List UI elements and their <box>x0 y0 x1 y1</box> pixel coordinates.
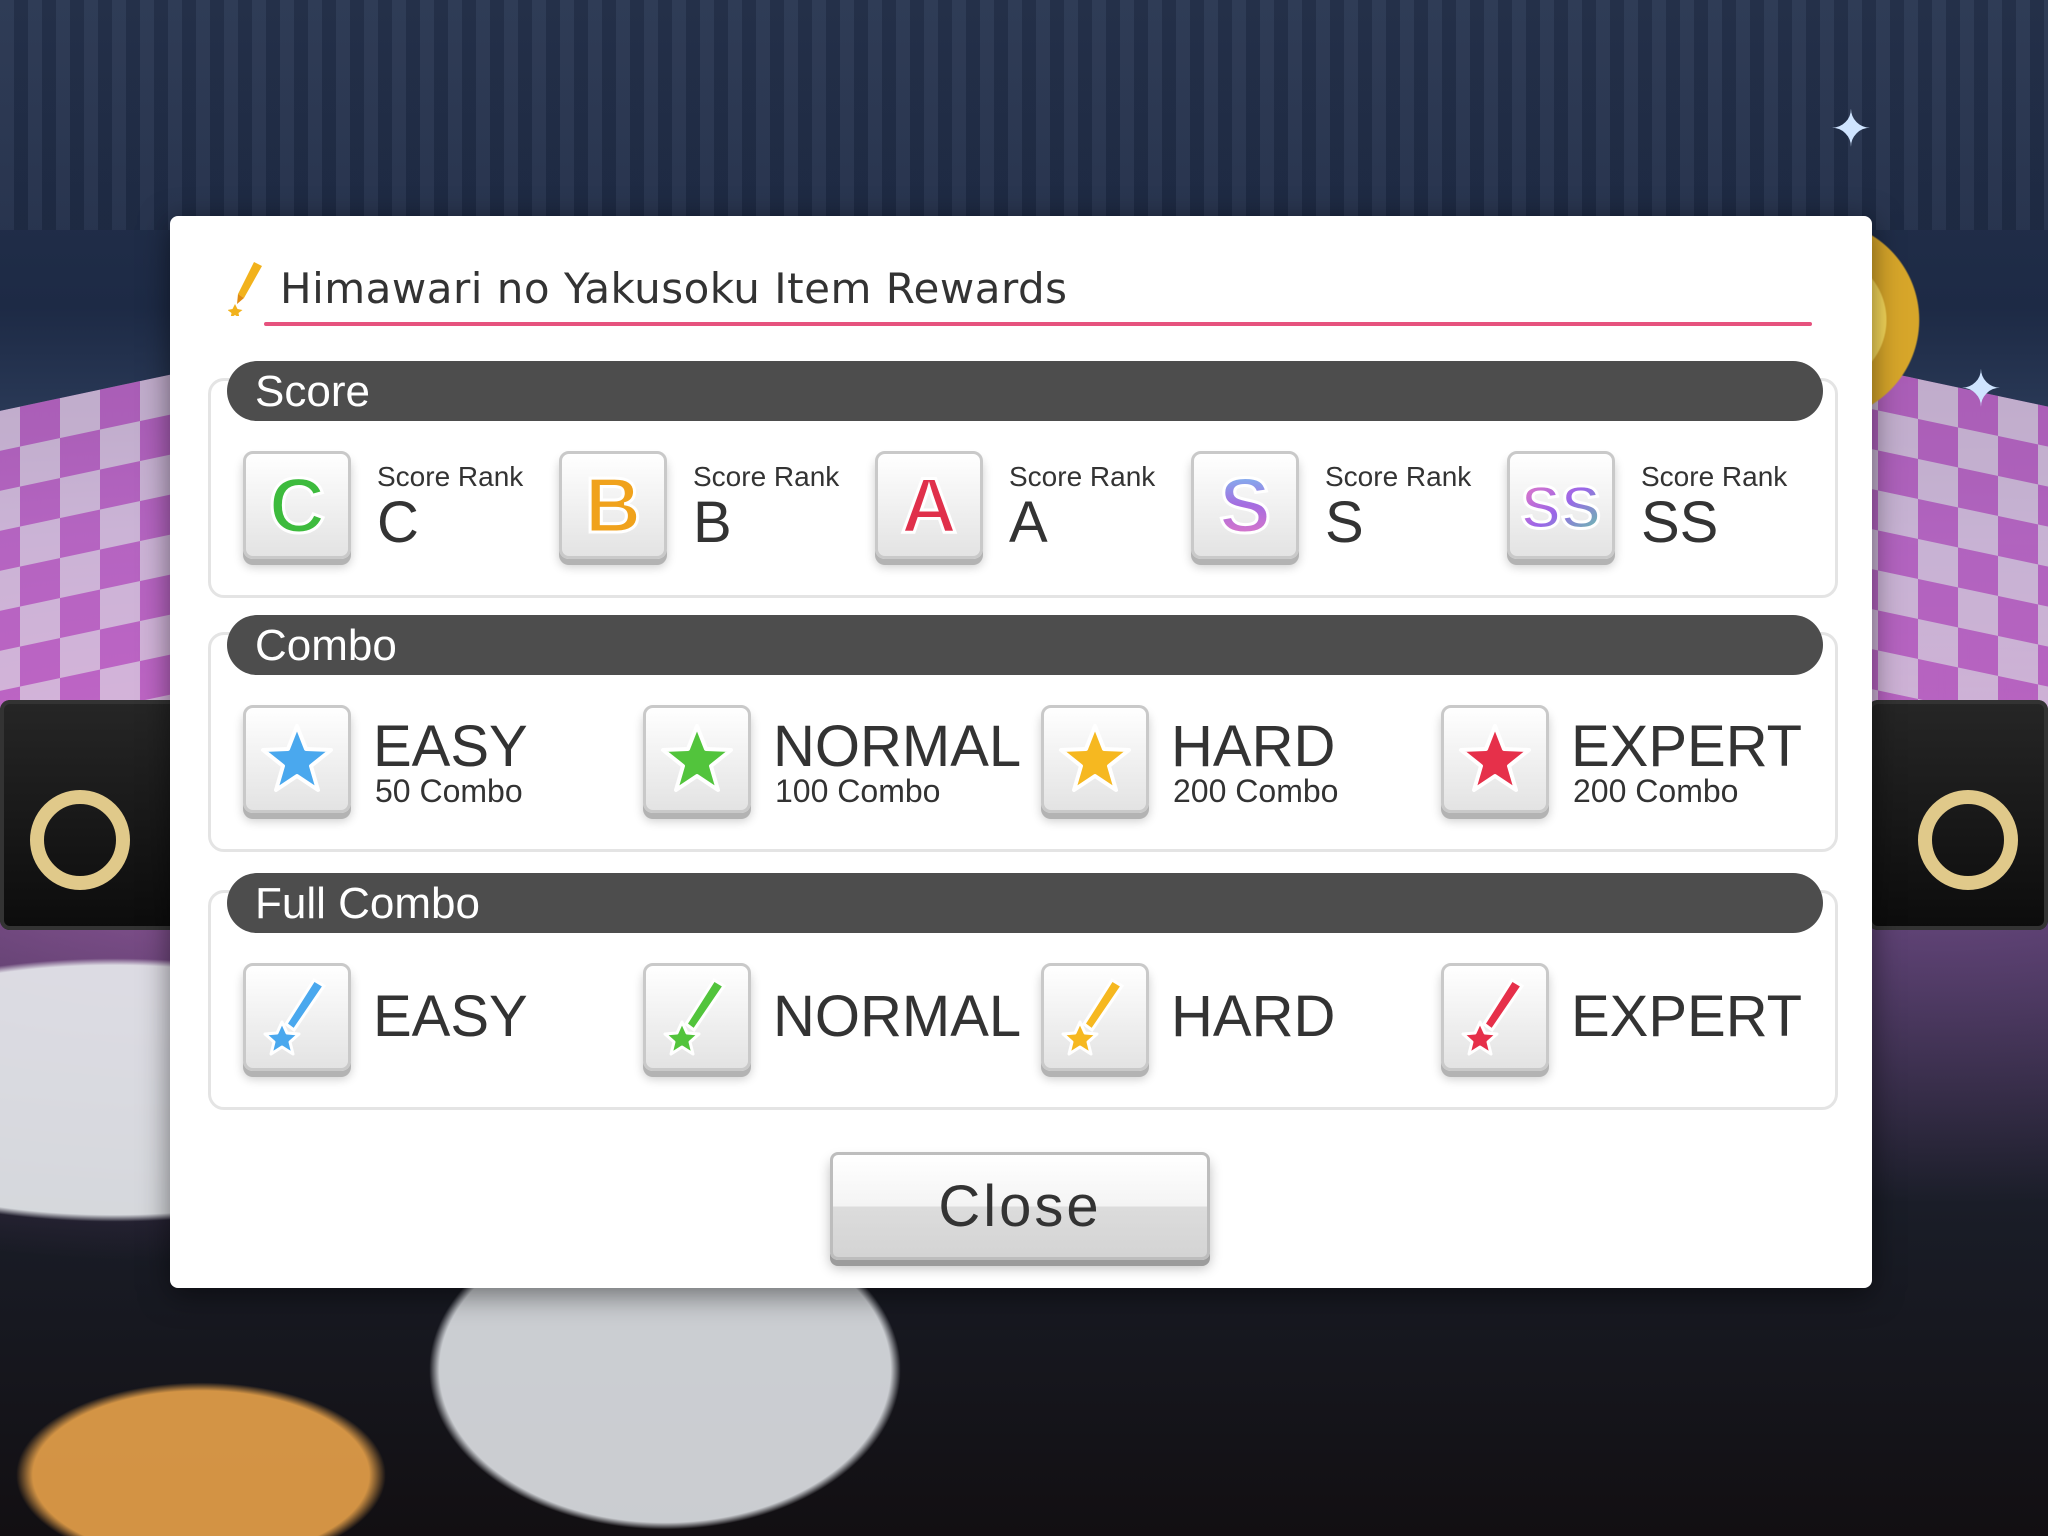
red-shooting-star-icon <box>1461 977 1525 1056</box>
stage-curtain <box>0 0 2048 230</box>
difficulty-label: EXPERT <box>1571 714 1803 779</box>
green-shooting-star-icon <box>663 977 727 1056</box>
reward-tile[interactable] <box>1041 963 1149 1071</box>
score-section: Score C Score Rank C B Score Rank B A Sc… <box>208 361 1838 598</box>
score-rank-value: S <box>1325 490 1364 555</box>
pen-icon <box>228 262 262 316</box>
combo-section: Combo EASY 50 Combo NORMAL 100 Combo HAR… <box>208 615 1838 852</box>
section-header: Full Combo <box>227 873 1823 933</box>
svg-text:C: C <box>269 462 325 548</box>
rank-c-icon: C <box>267 462 326 548</box>
yellow-star-icon <box>1059 724 1131 792</box>
close-button-label: Close <box>938 1174 1102 1239</box>
item-rewards-dialog: Himawari no Yakusoku Item Rewards Score … <box>170 216 1872 1288</box>
rank-b-icon: B <box>583 462 642 548</box>
reward-tile[interactable] <box>1441 705 1549 813</box>
difficulty-label: EXPERT <box>1571 984 1803 1049</box>
sparkle-icon: ✦ <box>1960 360 2002 418</box>
section-header: Score <box>227 361 1823 421</box>
combo-requirement: 50 Combo <box>375 773 523 809</box>
sparkle-icon: ✦ <box>1830 100 1872 158</box>
speaker-right <box>1868 700 2048 930</box>
difficulty-label: NORMAL <box>773 984 1022 1049</box>
svg-text:B: B <box>585 462 641 548</box>
score-rank-value: SS <box>1641 490 1719 555</box>
full-combo-section: Full Combo EASY NORMAL HARD EXPERT <box>208 873 1838 1110</box>
reward-tile[interactable] <box>243 705 351 813</box>
section-header-label: Score <box>255 367 370 416</box>
rank-a-icon: A <box>899 462 958 548</box>
score-rank-value: B <box>693 490 732 555</box>
svg-text:SS: SS <box>1521 474 1601 541</box>
reward-tile[interactable] <box>243 963 351 1071</box>
difficulty-label: NORMAL <box>773 714 1022 779</box>
reward-tile[interactable]: B <box>559 451 667 559</box>
section-header-label: Full Combo <box>255 879 480 928</box>
reward-tile[interactable]: C <box>243 451 351 559</box>
reward-tile[interactable] <box>1441 963 1549 1071</box>
score-rank-value: A <box>1009 490 1048 555</box>
reward-tile[interactable] <box>1041 705 1149 813</box>
reward-tile[interactable] <box>643 963 751 1071</box>
section-header: Combo <box>227 615 1823 675</box>
title-underline <box>264 322 1812 326</box>
reward-tile[interactable]: SS <box>1507 451 1615 559</box>
combo-requirement: 200 Combo <box>1173 773 1339 809</box>
difficulty-label: EASY <box>373 714 528 779</box>
green-star-icon <box>661 724 733 792</box>
difficulty-label: HARD <box>1171 984 1336 1049</box>
dialog-title-row: Himawari no Yakusoku Item Rewards <box>228 250 1812 326</box>
difficulty-label: EASY <box>373 984 528 1049</box>
dialog-title: Himawari no Yakusoku Item Rewards <box>280 264 1068 313</box>
svg-text:A: A <box>901 462 957 548</box>
rank-ss-icon: SS <box>1519 473 1602 543</box>
score-rank-value: C <box>377 490 419 555</box>
yellow-shooting-star-icon <box>1061 977 1125 1056</box>
difficulty-label: HARD <box>1171 714 1336 779</box>
close-button[interactable]: Close <box>830 1152 1210 1260</box>
reward-tile[interactable]: A <box>875 451 983 559</box>
reward-tile[interactable] <box>643 705 751 813</box>
section-header-label: Combo <box>255 621 397 670</box>
combo-requirement: 100 Combo <box>775 773 941 809</box>
blue-star-icon <box>261 724 333 792</box>
reward-tile[interactable]: S <box>1191 451 1299 559</box>
combo-requirement: 200 Combo <box>1573 773 1739 809</box>
red-star-icon <box>1459 724 1531 792</box>
blue-shooting-star-icon <box>263 977 327 1056</box>
rank-s-icon: S <box>1217 462 1272 548</box>
svg-text:S: S <box>1219 462 1271 548</box>
